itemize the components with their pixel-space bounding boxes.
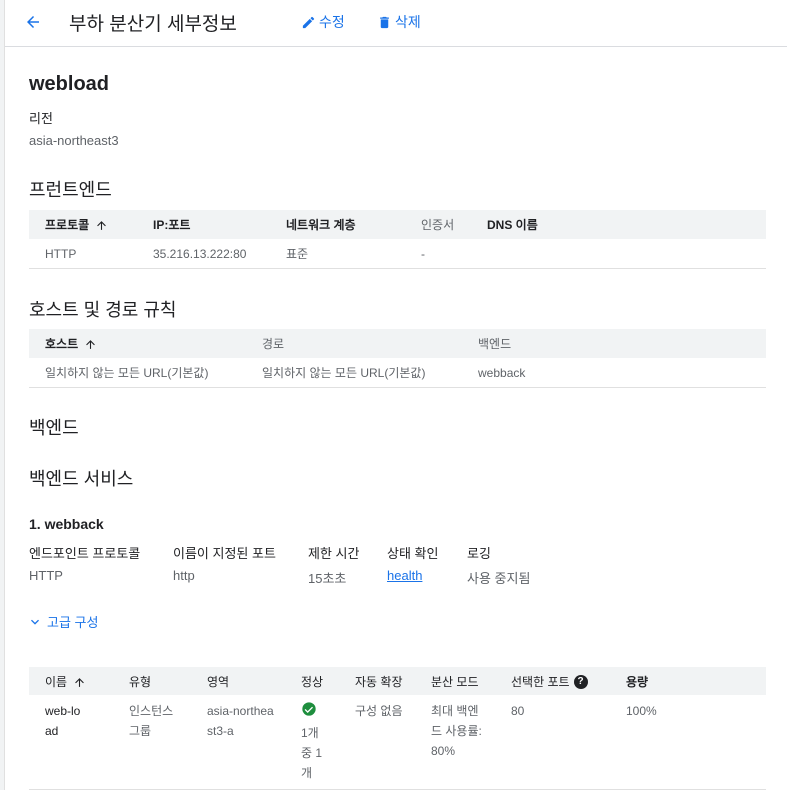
frontend-header-row: 프로토콜 IP:포트 네트워크 계층 인증서 DNS 이름 xyxy=(29,210,766,239)
endpoint-protocol-label: 엔드포인트 프로토콜 xyxy=(29,546,141,561)
host-rules-title: 호스트 및 경로 규칙 xyxy=(29,300,177,320)
endpoint-protocol-value: HTTP xyxy=(29,568,63,583)
sort-arrow-up-icon xyxy=(86,340,95,350)
col-autoscaling: 자동 확장 xyxy=(339,667,415,695)
named-port-value: http xyxy=(173,568,195,583)
cell-selected-port: 80 xyxy=(495,695,610,790)
cell-host: 일치하지 않는 모든 URL(기본값) xyxy=(29,358,246,388)
cell-backend: webback xyxy=(462,358,766,388)
sort-arrow-up-icon xyxy=(75,677,84,687)
timeout-label: 제한 시간 xyxy=(308,546,360,561)
col-network-tier: 네트워크 계층 xyxy=(270,210,405,239)
pencil-icon xyxy=(302,16,315,28)
cell-zone: asia-northeast3-a xyxy=(191,695,285,790)
service-title: 1. webback xyxy=(29,516,104,532)
col-selected-port: 선택한 포트? xyxy=(495,667,610,695)
delete-button[interactable]: 삭제 xyxy=(377,12,421,32)
backends-header-row: 이름 유형 영역 정상 자동 확장 분산 모드 선택한 포트? 용량 xyxy=(29,667,766,695)
cell-healthy: 1개 중 1개 xyxy=(285,695,339,790)
cell-path: 일치하지 않는 모든 URL(기본값) xyxy=(246,358,462,388)
trash-icon xyxy=(380,16,389,28)
chevron-down-icon xyxy=(31,619,39,625)
help-icon[interactable]: ? xyxy=(573,675,588,690)
col-capacity: 용량 xyxy=(610,667,766,695)
advanced-config-label: 고급 구성 xyxy=(47,615,99,630)
col-zone: 영역 xyxy=(191,667,285,695)
frontend-table: 프로토콜 IP:포트 네트워크 계층 인증서 DNS 이름 HTTP 35.21… xyxy=(29,210,766,269)
load-balancer-name: webload xyxy=(29,73,110,95)
backend-services-title: 백엔드 서비스 xyxy=(29,469,134,489)
host-rules-table: 호스트 경로 백엔드 일치하지 않는 모든 URL(기본값) 일치하지 않는 모… xyxy=(29,329,766,388)
logging-value: 사용 중지됨 xyxy=(467,571,531,586)
col-type: 유형 xyxy=(113,667,191,695)
cell-dns-name xyxy=(471,239,766,269)
health-check-label: 상태 확인 xyxy=(387,546,439,561)
health-check-link[interactable]: health xyxy=(387,568,422,583)
cell-ip-port: 35.216.13.222:80 xyxy=(137,239,270,269)
backend-title: 백엔드 xyxy=(29,418,79,438)
col-name[interactable]: 이름 xyxy=(29,667,113,695)
table-row: web-load 인스턴스 그룹 asia-northeast3-a 1개 중 … xyxy=(29,695,766,790)
details-panel: 부하 분산기 세부정보 수정 삭제 webload 리전 asia-northe… xyxy=(4,0,787,790)
check-circle-icon xyxy=(302,702,316,716)
col-protocol[interactable]: 프로토콜 xyxy=(29,210,137,239)
back-button[interactable] xyxy=(19,8,47,36)
cell-type: 인스턴스 그룹 xyxy=(113,695,191,790)
cell-capacity: 100% xyxy=(610,695,766,790)
backends-table: 이름 유형 영역 정상 자동 확장 분산 모드 선택한 포트? 용량 web-l… xyxy=(29,667,766,790)
sort-arrow-up-icon xyxy=(97,221,107,231)
cell-autoscaling: 구성 없음 xyxy=(339,695,415,790)
named-port-label: 이름이 지정된 포트 xyxy=(173,546,276,561)
cell-protocol: HTTP xyxy=(29,239,137,269)
col-healthy: 정상 xyxy=(285,667,339,695)
advanced-config-toggle[interactable]: 고급 구성 xyxy=(27,612,98,631)
col-dns-name: DNS 이름 xyxy=(471,210,766,239)
region-value: asia-northeast3 xyxy=(29,133,119,148)
col-ip-port: IP:포트 xyxy=(137,210,270,239)
cell-network-tier: 표준 xyxy=(270,239,405,269)
frontend-title: 프런트엔드 xyxy=(29,180,112,200)
cell-name: web-load xyxy=(29,695,113,790)
cell-balancing-mode: 최대 백엔드 사용률: 80% xyxy=(415,695,495,790)
logging-label: 로깅 xyxy=(467,546,491,561)
col-backend: 백엔드 xyxy=(462,329,766,358)
delete-label: 삭제 xyxy=(395,14,421,30)
health-check-value: health xyxy=(387,568,422,583)
host-rules-header-row: 호스트 경로 백엔드 xyxy=(29,329,766,358)
edit-label: 수정 xyxy=(319,14,345,30)
edit-button[interactable]: 수정 xyxy=(301,12,345,32)
col-path: 경로 xyxy=(246,329,462,358)
region-label: 리전 xyxy=(29,111,53,126)
timeout-value: 15초초 xyxy=(308,571,347,586)
col-certificate: 인증서 xyxy=(405,210,471,239)
page-title: 부하 분산기 세부정보 xyxy=(69,14,237,35)
table-row: 일치하지 않는 모든 URL(기본값) 일치하지 않는 모든 URL(기본값) … xyxy=(29,358,766,388)
col-host[interactable]: 호스트 xyxy=(29,329,246,358)
arrow-back-icon xyxy=(27,16,39,28)
cell-certificate: - xyxy=(405,239,471,269)
col-balancing-mode: 분산 모드 xyxy=(415,667,495,695)
page-header: 부하 분산기 세부정보 수정 삭제 xyxy=(5,0,787,47)
table-row: HTTP 35.216.13.222:80 표준 - xyxy=(29,239,766,269)
